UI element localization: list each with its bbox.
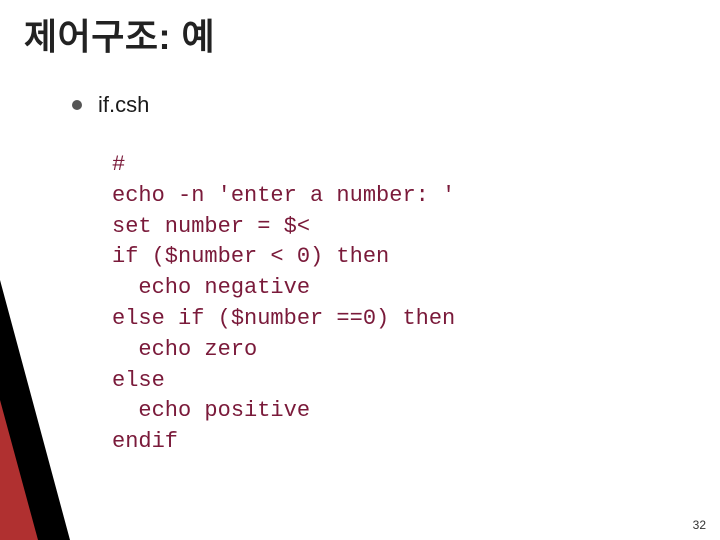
code-line: echo -n 'enter a number: ' — [112, 183, 455, 208]
slide-title: 제어구조: 예 — [24, 8, 215, 60]
code-line: endif — [112, 429, 178, 454]
decorative-wedge-red — [0, 400, 38, 540]
code-line: set number = $< — [112, 214, 310, 239]
code-line: echo negative — [112, 275, 310, 300]
code-line: # — [112, 152, 125, 177]
slide: 제어구조: 예 if.csh # echo -n 'enter a number… — [0, 0, 720, 540]
code-line: echo positive — [112, 398, 310, 423]
code-line: if ($number < 0) then — [112, 244, 389, 269]
bullet-item: if.csh — [72, 92, 149, 118]
code-line: else — [112, 368, 165, 393]
bullet-label: if.csh — [98, 92, 149, 118]
code-line: else if ($number ==0) then — [112, 306, 455, 331]
code-block: # echo -n 'enter a number: ' set number … — [112, 150, 455, 458]
page-number: 32 — [693, 518, 706, 532]
code-line: echo zero — [112, 337, 257, 362]
bullet-icon — [72, 100, 82, 110]
